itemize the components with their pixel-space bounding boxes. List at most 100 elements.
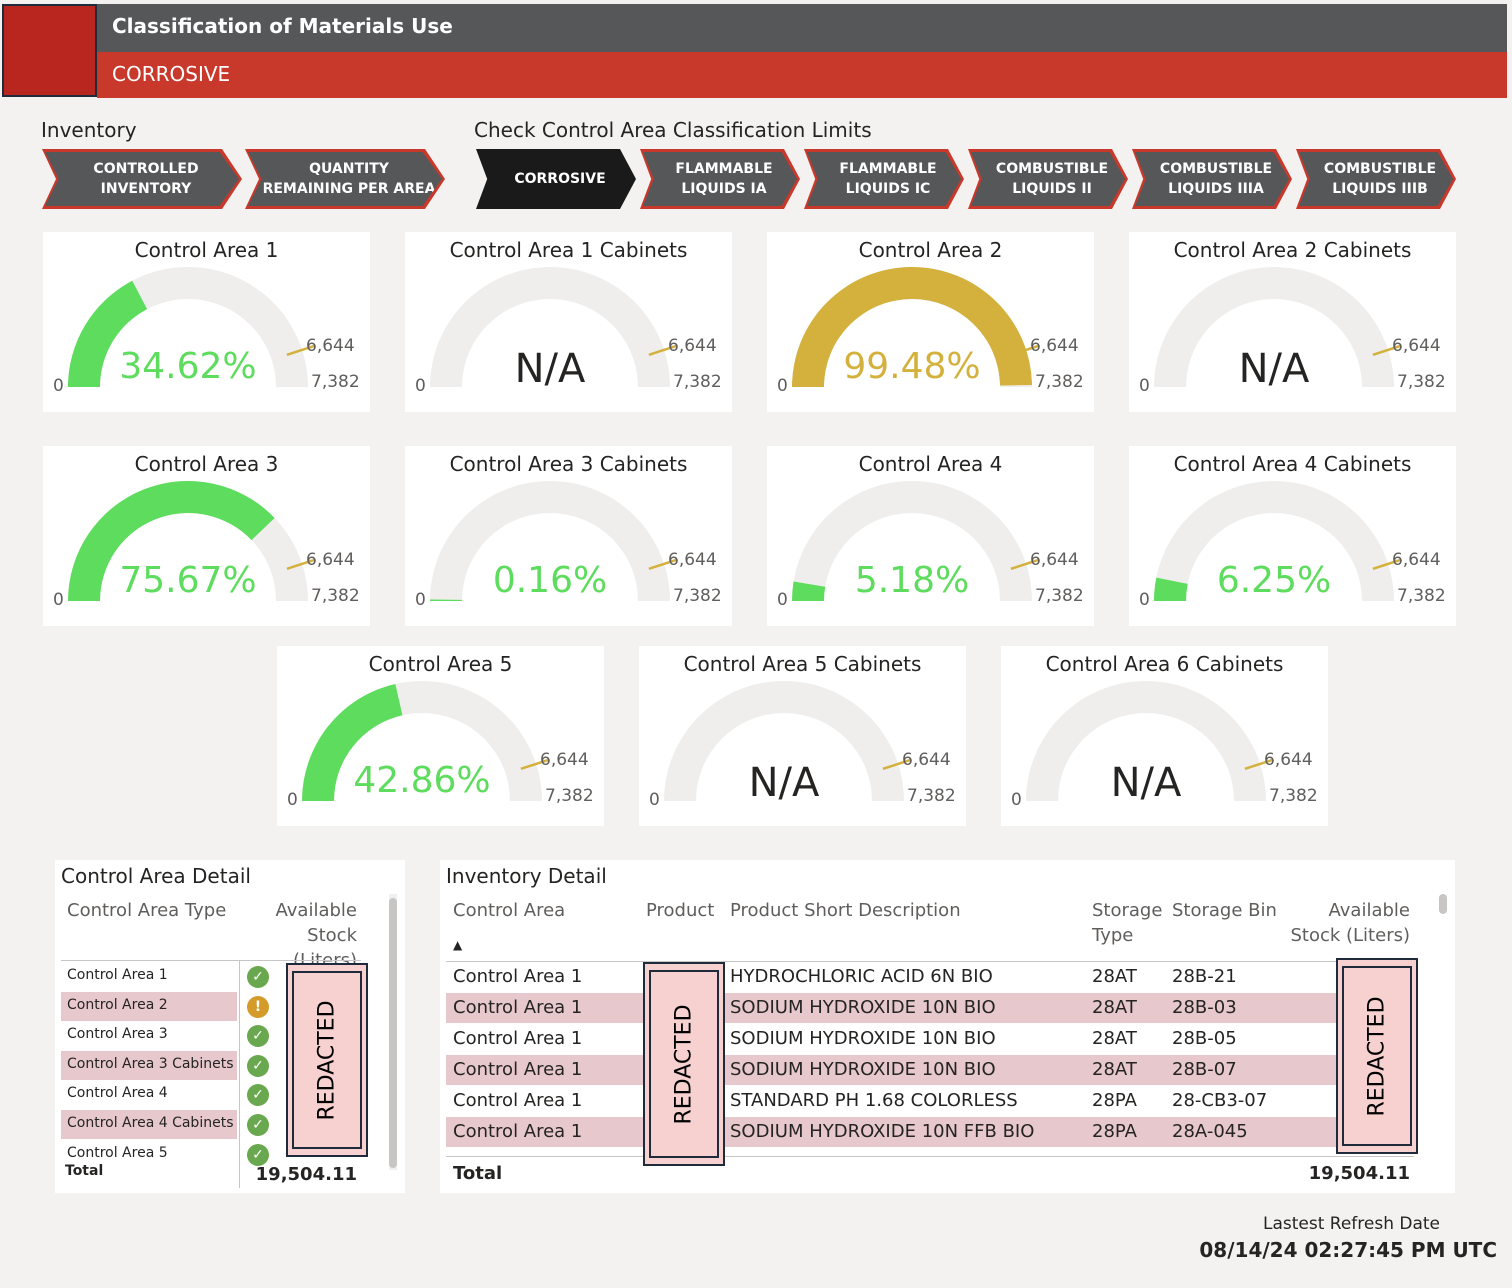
storage-type-cell: 28AT (1092, 997, 1137, 1018)
gauge-value: N/A (1110, 760, 1182, 806)
gauge-card-control-area-4[interactable]: Control Area 4 5.18% 0 6,644 7,382 (767, 446, 1094, 626)
gauge-max-label: 7,382 (545, 786, 594, 806)
table-row[interactable]: Control Area 3 Cabinets (61, 1050, 237, 1080)
storage-bin-cell: 28B-21 (1172, 966, 1237, 987)
nav-tab-flammable-ia[interactable]: FLAMMABLE LIQUIDS IA (640, 149, 800, 209)
gauge-max-label: 7,382 (907, 786, 956, 806)
control-area-cell: Control Area 1 (453, 1090, 583, 1111)
storage-type-cell: 28AT (1092, 966, 1137, 987)
redacted-block: REDACTED (286, 963, 368, 1157)
gauge-min-label: 0 (53, 376, 64, 396)
gauge-card-control-area-3-cabinets[interactable]: Control Area 3 Cabinets 0.16% 0 6,644 7,382 (405, 446, 732, 626)
col-header-control-area-type[interactable]: Control Area Type (67, 898, 226, 923)
gauge-card-control-area-4-cabinets[interactable]: Control Area 4 Cabinets 6.25% 0 6,644 7,382 (1129, 446, 1456, 626)
scrollbar-thumb[interactable] (1439, 894, 1447, 914)
inventory-section-label: Inventory (41, 118, 137, 142)
table-row[interactable]: Control Area 2 (61, 991, 237, 1021)
total-divider (446, 1156, 1414, 1157)
table-row[interactable]: Control Area 1 SODIUM HYDROXIDE 10N BIO 28… (446, 1055, 1414, 1085)
control-area-type-cell: Control Area 3 (67, 1026, 168, 1043)
description-cell: STANDARD PH 1.68 COLORLESS (730, 1090, 1018, 1111)
table-row[interactable]: Control Area 1 (61, 962, 237, 991)
nav-tab-combustible-ii[interactable]: COMBUSTIBLE LIQUIDS II (968, 149, 1128, 209)
gauge-target-label: 6,644 (1030, 550, 1079, 570)
control-area-detail-title: Control Area Detail (61, 864, 251, 888)
gauge-card-control-area-2[interactable]: Control Area 2 99.48% 0 6,644 7,382 (767, 232, 1094, 412)
table-row[interactable]: Control Area 1 SODIUM HYDROXIDE 10N BIO 28… (446, 1024, 1414, 1054)
col-header-storage-bin[interactable]: Storage Bin (1172, 898, 1277, 923)
gauge-target-label: 6,644 (306, 336, 355, 356)
col-header-storage-type[interactable]: Storage Type (1092, 898, 1162, 948)
scrollbar-thumb[interactable] (389, 898, 397, 1168)
redacted-stock-block: REDACTED (1336, 958, 1418, 1154)
sort-ascending-icon[interactable]: ▲ (453, 938, 462, 952)
header-divider (61, 960, 361, 961)
gauge-value: 0.16% (492, 560, 608, 601)
table-row[interactable]: Control Area 1 STANDARD PH 1.68 COLORLESS… (446, 1086, 1414, 1116)
gauge-title: Control Area 4 (858, 452, 1003, 476)
gauge-title: Control Area 5 (368, 652, 513, 676)
storage-type-cell: 28AT (1092, 1028, 1137, 1049)
gauge-card-control-area-6-cabinets[interactable]: Control Area 6 Cabinets N/A 0 6,644 7,382 (1001, 646, 1328, 826)
control-area-type-cell: Control Area 2 (67, 996, 168, 1013)
control-area-cell: Control Area 1 (453, 966, 583, 987)
table-row[interactable]: Control Area 3 (61, 1021, 237, 1050)
gauge-card-control-area-3[interactable]: Control Area 3 75.67% 0 6,644 7,382 (43, 446, 370, 626)
col-header-control-area[interactable]: Control Area (453, 898, 565, 923)
nav-tab-quantity-remaining[interactable]: QUANTITY REMAINING PER AREA (245, 149, 445, 209)
table-row[interactable]: Control Area 1 SODIUM HYDROXIDE 10N BIO 28… (446, 993, 1414, 1023)
storage-type-cell: 28PA (1092, 1121, 1137, 1142)
control-area-type-cell: Control Area 1 (67, 967, 168, 983)
nav-tab-corrosive[interactable]: CORROSIVE (476, 149, 636, 209)
gauge-target-label: 6,644 (1392, 336, 1441, 356)
gauge-title: Control Area 6 Cabinets (1045, 652, 1284, 676)
control-area-detail-panel: Control Area Detail Control Area Type Av… (55, 860, 405, 1193)
gauge-value: 6.25% (1216, 560, 1332, 601)
scrollbar-track[interactable] (389, 894, 397, 1170)
gauge-card-control-area-2-cabinets[interactable]: Control Area 2 Cabinets N/A 0 6,644 7,382 (1129, 232, 1456, 412)
col-header-available-stock[interactable]: AvailableStock (Liters) (245, 898, 357, 973)
check-circle-icon: ✓ (247, 1114, 269, 1136)
col-header-available-stock[interactable]: AvailableStock (Liters) (1280, 898, 1410, 948)
gauge-target-label: 6,644 (1392, 550, 1441, 570)
gauge-max-label: 7,382 (1269, 786, 1318, 806)
nav-tab-flammable-ic[interactable]: FLAMMABLE LIQUIDS IC (804, 149, 964, 209)
refresh-value: 08/14/24 02:27:45 PM UTC (1199, 1238, 1497, 1262)
gauge-min-label: 0 (53, 590, 64, 610)
column-divider (239, 960, 240, 1188)
gauge-card-control-area-5[interactable]: Control Area 5 42.86% 0 6,644 7,382 (277, 646, 604, 826)
limits-section-label: Check Control Area Classification Limits (474, 118, 872, 142)
table-row[interactable]: Control Area 4 (61, 1080, 237, 1109)
control-area-type-cell: Control Area 4 (67, 1085, 168, 1102)
control-area-cell: Control Area 1 (453, 997, 583, 1018)
check-circle-icon: ✓ (247, 1143, 269, 1166)
gauge-title: Control Area 1 (134, 238, 279, 262)
table-row[interactable]: Control Area 1 SODIUM HYDROXIDE 10N FFB B… (446, 1117, 1414, 1147)
gauge-min-label: 0 (287, 790, 298, 810)
col-header-product[interactable]: Product (646, 898, 714, 923)
gauge-min-label: 0 (1011, 790, 1022, 810)
gauge-card-control-area-1[interactable]: Control Area 1 34.62% 0 6,644 7,382 (43, 232, 370, 412)
table-row[interactable]: Control Area 1 HYDROCHLORIC ACID 6N BIO 28… (446, 962, 1414, 992)
gauge-value: 5.18% (854, 560, 970, 601)
check-circle-icon: ✓ (247, 1084, 269, 1107)
gauge-title: Control Area 3 (134, 452, 279, 476)
col-header-description[interactable]: Product Short Description (730, 898, 961, 923)
gauge-value: N/A (748, 760, 820, 806)
control-area-cell: Control Area 1 (453, 1121, 583, 1142)
control-area-cell: Control Area 1 (453, 1059, 583, 1080)
gauge-title: Control Area 2 Cabinets (1173, 238, 1412, 262)
gauge-target-label: 6,644 (306, 550, 355, 570)
nav-tab-controlled-inventory[interactable]: CONTROLLED INVENTORY (42, 149, 242, 209)
gauge-max-label: 7,382 (311, 372, 360, 392)
nav-tab-combustible-iiia[interactable]: COMBUSTIBLE LIQUIDS IIIA (1132, 149, 1292, 209)
table-row[interactable]: Control Area 4 Cabinets (61, 1110, 237, 1139)
gauge-max-label: 7,382 (1035, 372, 1084, 392)
gauge-card-control-area-1-cabinets[interactable]: Control Area 1 Cabinets N/A 0 6,644 7,382 (405, 232, 732, 412)
gauge-min-label: 0 (415, 376, 426, 396)
check-circle-icon: ✓ (247, 1054, 269, 1077)
description-cell: HYDROCHLORIC ACID 6N BIO (730, 966, 993, 987)
gauge-card-control-area-5-cabinets[interactable]: Control Area 5 Cabinets N/A 0 6,644 7,382 (639, 646, 966, 826)
nav-tab-combustible-iiib[interactable]: COMBUSTIBLE LIQUIDS IIIB (1296, 149, 1456, 209)
gauge-max-label: 7,382 (673, 372, 722, 392)
